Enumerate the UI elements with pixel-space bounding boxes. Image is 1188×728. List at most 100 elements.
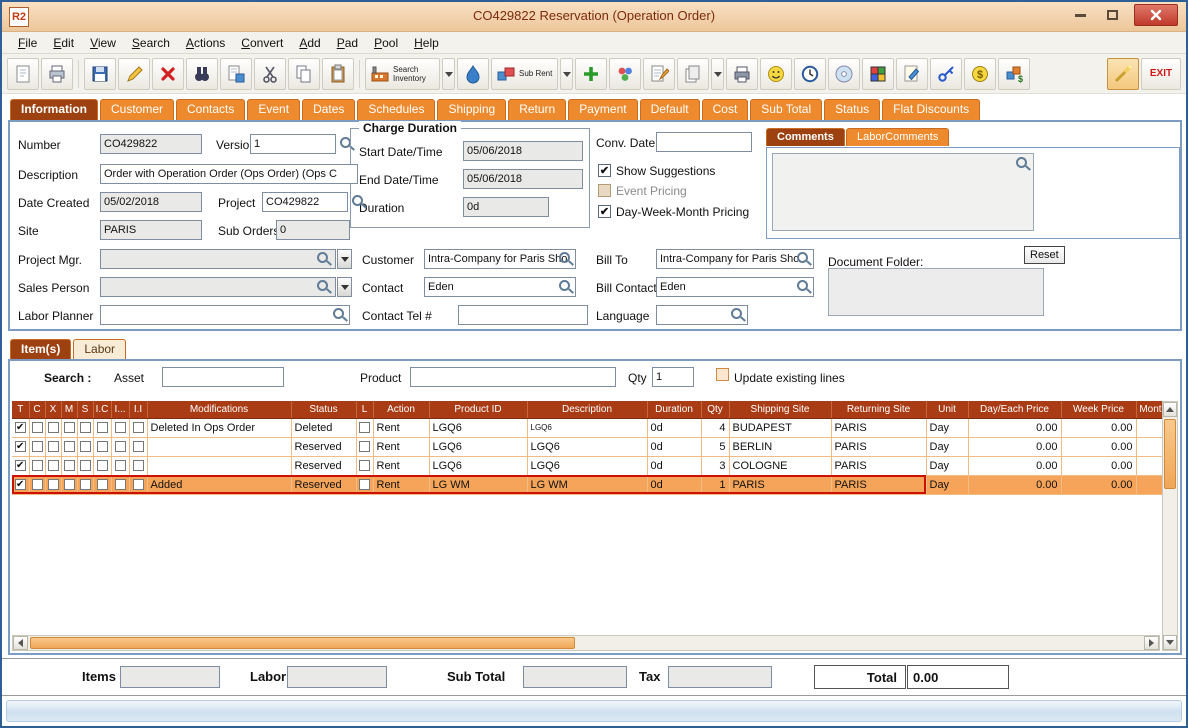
dwm-pricing-checkbox[interactable]: ✔ <box>598 205 611 218</box>
cut-button[interactable] <box>254 58 286 90</box>
l-checkbox[interactable] <box>359 422 370 433</box>
cell-returning-site[interactable]: PARIS <box>831 456 926 475</box>
add-line-button[interactable] <box>575 58 607 90</box>
row-checkbox[interactable] <box>48 422 59 433</box>
customer-search-icon[interactable] <box>558 251 573 266</box>
col-header-returning-site[interactable]: Returning Site <box>831 401 926 418</box>
save-button[interactable] <box>84 58 116 90</box>
cell-status[interactable]: Reserved <box>291 437 356 456</box>
project-mgr-dropdown[interactable] <box>337 249 352 269</box>
configurator-button[interactable] <box>862 58 894 90</box>
maximize-button[interactable] <box>1098 4 1126 26</box>
minimize-button[interactable] <box>1066 4 1094 26</box>
cell-unit[interactable]: Day <box>926 418 968 437</box>
row-checkbox[interactable] <box>64 460 75 471</box>
project-field[interactable] <box>262 192 348 212</box>
col-header-shipping-site[interactable]: Shipping Site <box>729 401 831 418</box>
cell-status[interactable]: Reserved <box>291 456 356 475</box>
cell-modifications[interactable]: Deleted In Ops Order <box>147 418 291 437</box>
col-header-duration[interactable]: Duration <box>647 401 701 418</box>
row-checkbox[interactable] <box>32 422 43 433</box>
col-header[interactable]: C <box>29 401 45 418</box>
row-checkbox[interactable] <box>80 441 91 452</box>
row-checkbox[interactable] <box>115 441 126 452</box>
menu-actions[interactable]: Actions <box>178 34 233 52</box>
col-header[interactable]: S <box>77 401 93 418</box>
contact-tel-field[interactable] <box>458 305 588 325</box>
memo-button[interactable] <box>896 58 928 90</box>
close-button[interactable] <box>1134 4 1178 26</box>
row-checkbox[interactable] <box>80 479 91 490</box>
cell-modifications[interactable] <box>147 437 291 456</box>
cell-product-id[interactable]: LGQ6 <box>429 437 527 456</box>
cell-product-id[interactable]: LGQ6 <box>429 418 527 437</box>
row-checkbox[interactable] <box>80 460 91 471</box>
webstore-button[interactable] <box>457 58 489 90</box>
cell-action[interactable]: Rent <box>373 475 429 494</box>
tab-schedules[interactable]: Schedules <box>357 99 435 120</box>
bill-to-search-icon[interactable] <box>796 251 811 266</box>
comments-tab[interactable]: Comments <box>766 128 845 146</box>
row-checkbox[interactable] <box>64 479 75 490</box>
col-header-action[interactable]: Action <box>373 401 429 418</box>
sales-person-dropdown[interactable] <box>337 277 352 297</box>
security-button[interactable] <box>930 58 962 90</box>
scroll-right-button[interactable] <box>1144 636 1159 650</box>
table-row[interactable]: ✔ Reserved Rent LGQ6 LGQ6 0d 3 <box>12 456 1162 475</box>
row-checkbox[interactable] <box>133 460 144 471</box>
cell-duration[interactable]: 0d <box>647 437 701 456</box>
contact-search-icon[interactable] <box>558 279 573 294</box>
search-inventory-button[interactable]: Search Inventory <box>365 58 440 90</box>
comments-search-icon[interactable] <box>1015 156 1030 171</box>
col-header-status[interactable]: Status <box>291 401 356 418</box>
cell-description[interactable]: LGQ6 <box>527 437 647 456</box>
cell-status[interactable]: Reserved <box>291 475 356 494</box>
find-button[interactable] <box>186 58 218 90</box>
l-checkbox[interactable] <box>359 479 370 490</box>
cell-description[interactable]: LGQ6 <box>527 456 647 475</box>
conv-date-field[interactable] <box>656 132 752 152</box>
batch-print-dropdown[interactable] <box>711 58 724 90</box>
cell-month-price[interactable] <box>1136 456 1162 475</box>
row-checkbox[interactable] <box>97 479 108 490</box>
copy-button[interactable] <box>288 58 320 90</box>
col-header-qty[interactable]: Qty <box>701 401 729 418</box>
tab-status[interactable]: Status <box>824 99 880 120</box>
new-button[interactable] <box>7 58 39 90</box>
fax-button[interactable] <box>726 58 758 90</box>
row-checkbox[interactable] <box>48 460 59 471</box>
cell-status[interactable]: Deleted <box>291 418 356 437</box>
row-checkbox[interactable]: ✔ <box>15 441 26 452</box>
cell-day-each-price[interactable]: 0.00 <box>968 475 1061 494</box>
col-header[interactable]: X <box>45 401 61 418</box>
cell-week-price[interactable]: 0.00 <box>1061 418 1136 437</box>
convert-button[interactable] <box>220 58 252 90</box>
menu-help[interactable]: Help <box>406 34 447 52</box>
horizontal-scrollbar[interactable] <box>12 635 1160 651</box>
site-field[interactable] <box>100 220 202 240</box>
cell-product-id[interactable]: LG WM <box>429 475 527 494</box>
sub-rent-dropdown[interactable] <box>560 58 573 90</box>
search-inventory-dropdown[interactable] <box>442 58 455 90</box>
tab-contacts[interactable]: Contacts <box>176 99 245 120</box>
paste-button[interactable] <box>322 58 354 90</box>
tab-cost[interactable]: Cost <box>702 99 749 120</box>
col-header-week-price[interactable]: Week Price <box>1061 401 1136 418</box>
menu-pad[interactable]: Pad <box>329 34 366 52</box>
batch-print-button[interactable] <box>677 58 709 90</box>
row-checkbox[interactable] <box>115 479 126 490</box>
asset-search-input[interactable] <box>162 367 284 387</box>
sales-person-field[interactable] <box>100 277 336 297</box>
cell-qty[interactable]: 4 <box>701 418 729 437</box>
cell-unit[interactable]: Day <box>926 456 968 475</box>
end-date-field[interactable] <box>463 169 583 189</box>
col-header-unit[interactable]: Unit <box>926 401 968 418</box>
document-folder-area[interactable] <box>828 268 1044 316</box>
cell-description[interactable]: LG WM <box>527 475 647 494</box>
cell-day-each-price[interactable]: 0.00 <box>968 456 1061 475</box>
cell-shipping-site[interactable]: PARIS <box>729 475 831 494</box>
cost-cubes-button[interactable]: $ <box>998 58 1030 90</box>
tab-shipping[interactable]: Shipping <box>437 99 506 120</box>
cell-month-price[interactable] <box>1136 475 1162 494</box>
project-search-icon[interactable] <box>351 194 366 209</box>
